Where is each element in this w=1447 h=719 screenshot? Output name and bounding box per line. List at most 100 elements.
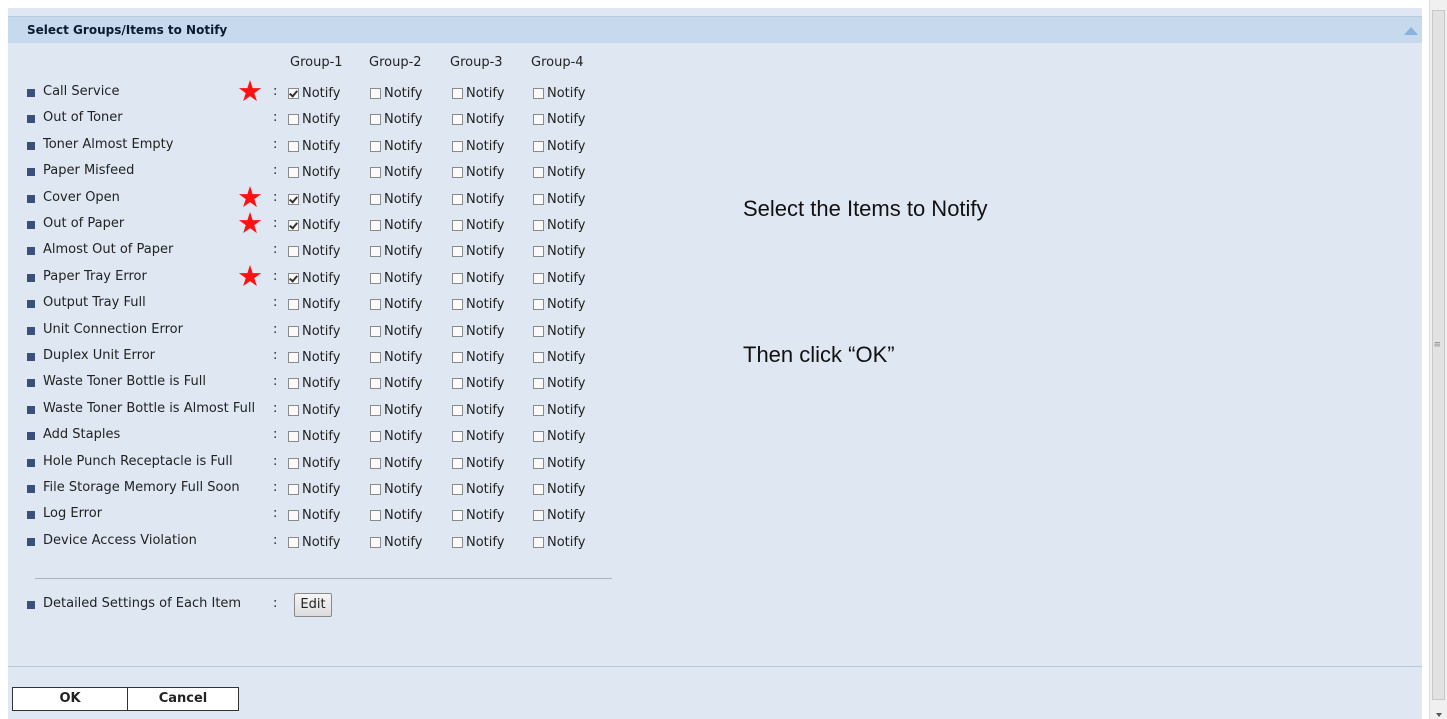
checkbox[interactable] bbox=[288, 167, 299, 179]
notify-checkbox-group-1[interactable]: Notify bbox=[288, 429, 340, 444]
checkbox[interactable] bbox=[370, 457, 381, 469]
checkbox[interactable] bbox=[288, 272, 299, 284]
checkbox[interactable] bbox=[533, 272, 544, 284]
notify-checkbox-group-3[interactable]: Notify bbox=[452, 165, 504, 180]
notify-checkbox-group-2[interactable]: Notify bbox=[370, 324, 422, 339]
checkbox[interactable] bbox=[452, 457, 463, 469]
notify-checkbox-group-2[interactable]: Notify bbox=[370, 297, 422, 312]
checkbox[interactable] bbox=[452, 510, 463, 522]
notify-checkbox-group-1[interactable]: Notify bbox=[288, 376, 340, 391]
checkbox[interactable] bbox=[288, 140, 299, 152]
notify-checkbox-group-3[interactable]: Notify bbox=[452, 86, 504, 101]
notify-checkbox-group-2[interactable]: Notify bbox=[370, 350, 422, 365]
checkbox[interactable] bbox=[533, 299, 544, 311]
notify-checkbox-group-4[interactable]: Notify bbox=[533, 192, 585, 207]
notify-checkbox-group-4[interactable]: Notify bbox=[533, 244, 585, 259]
checkbox[interactable] bbox=[288, 457, 299, 469]
checkbox[interactable] bbox=[288, 378, 299, 390]
scroll-down-arrow-icon[interactable] bbox=[1436, 713, 1442, 717]
checkbox[interactable] bbox=[370, 378, 381, 390]
notify-checkbox-group-1[interactable]: Notify bbox=[288, 403, 340, 418]
checkbox[interactable] bbox=[533, 193, 544, 205]
checkbox[interactable] bbox=[370, 325, 381, 337]
notify-checkbox-group-3[interactable]: Notify bbox=[452, 535, 504, 550]
notify-checkbox-group-3[interactable]: Notify bbox=[452, 297, 504, 312]
checkbox[interactable] bbox=[288, 220, 299, 231]
notify-checkbox-group-4[interactable]: Notify bbox=[533, 271, 585, 286]
checkbox[interactable] bbox=[452, 88, 463, 99]
notify-checkbox-group-4[interactable]: Notify bbox=[533, 86, 585, 101]
checkbox[interactable] bbox=[288, 352, 299, 363]
notify-checkbox-group-1[interactable]: Notify bbox=[288, 244, 340, 259]
notify-checkbox-group-2[interactable]: Notify bbox=[370, 244, 422, 259]
notify-checkbox-group-2[interactable]: Notify bbox=[370, 403, 422, 418]
notify-checkbox-group-1[interactable]: Notify bbox=[288, 139, 340, 154]
notify-checkbox-group-4[interactable]: Notify bbox=[533, 508, 585, 523]
checkbox[interactable] bbox=[370, 220, 381, 231]
notify-checkbox-group-1[interactable]: Notify bbox=[288, 482, 340, 497]
scrollbar-thumb[interactable] bbox=[1432, 10, 1445, 700]
checkbox[interactable] bbox=[370, 140, 381, 152]
checkbox[interactable] bbox=[288, 88, 299, 99]
notify-checkbox-group-3[interactable]: Notify bbox=[452, 456, 504, 471]
notify-checkbox-group-1[interactable]: Notify bbox=[288, 218, 340, 233]
checkbox[interactable] bbox=[370, 272, 381, 284]
notify-checkbox-group-2[interactable]: Notify bbox=[370, 165, 422, 180]
checkbox[interactable] bbox=[370, 114, 381, 126]
checkbox[interactable] bbox=[370, 404, 381, 416]
notify-checkbox-group-2[interactable]: Notify bbox=[370, 376, 422, 391]
checkbox[interactable] bbox=[288, 193, 299, 205]
notify-checkbox-group-3[interactable]: Notify bbox=[452, 218, 504, 233]
checkbox[interactable] bbox=[370, 88, 381, 99]
checkbox[interactable] bbox=[452, 220, 463, 231]
notify-checkbox-group-2[interactable]: Notify bbox=[370, 535, 422, 550]
checkbox[interactable] bbox=[370, 431, 381, 443]
checkbox[interactable] bbox=[370, 484, 381, 495]
checkbox[interactable] bbox=[370, 193, 381, 205]
notify-checkbox-group-2[interactable]: Notify bbox=[370, 139, 422, 154]
checkbox[interactable] bbox=[533, 352, 544, 363]
notify-checkbox-group-2[interactable]: Notify bbox=[370, 271, 422, 286]
checkbox[interactable] bbox=[370, 167, 381, 179]
notify-checkbox-group-1[interactable]: Notify bbox=[288, 456, 340, 471]
notify-checkbox-group-1[interactable]: Notify bbox=[288, 350, 340, 365]
checkbox[interactable] bbox=[452, 140, 463, 152]
checkbox[interactable] bbox=[452, 167, 463, 179]
notify-checkbox-group-4[interactable]: Notify bbox=[533, 376, 585, 391]
notify-checkbox-group-1[interactable]: Notify bbox=[288, 192, 340, 207]
checkbox[interactable] bbox=[533, 167, 544, 179]
checkbox[interactable] bbox=[533, 325, 544, 337]
notify-checkbox-group-2[interactable]: Notify bbox=[370, 429, 422, 444]
notify-checkbox-group-2[interactable]: Notify bbox=[370, 482, 422, 497]
notify-checkbox-group-4[interactable]: Notify bbox=[533, 139, 585, 154]
checkbox[interactable] bbox=[288, 510, 299, 522]
checkbox[interactable] bbox=[533, 484, 544, 495]
notify-checkbox-group-4[interactable]: Notify bbox=[533, 456, 585, 471]
notify-checkbox-group-4[interactable]: Notify bbox=[533, 218, 585, 233]
notify-checkbox-group-2[interactable]: Notify bbox=[370, 508, 422, 523]
checkbox[interactable] bbox=[452, 484, 463, 495]
checkbox[interactable] bbox=[452, 114, 463, 126]
cancel-button[interactable]: Cancel bbox=[127, 687, 239, 711]
collapse-triangle-icon[interactable] bbox=[1404, 27, 1418, 35]
checkbox[interactable] bbox=[533, 140, 544, 152]
notify-checkbox-group-4[interactable]: Notify bbox=[533, 429, 585, 444]
notify-checkbox-group-1[interactable]: Notify bbox=[288, 271, 340, 286]
checkbox[interactable] bbox=[452, 193, 463, 205]
checkbox[interactable] bbox=[452, 404, 463, 416]
checkbox[interactable] bbox=[370, 352, 381, 363]
notify-checkbox-group-4[interactable]: Notify bbox=[533, 165, 585, 180]
checkbox[interactable] bbox=[533, 88, 544, 99]
checkbox[interactable] bbox=[533, 114, 544, 126]
checkbox[interactable] bbox=[452, 299, 463, 311]
checkbox[interactable] bbox=[288, 114, 299, 126]
notify-checkbox-group-4[interactable]: Notify bbox=[533, 535, 585, 550]
checkbox[interactable] bbox=[288, 325, 299, 337]
checkbox[interactable] bbox=[370, 246, 381, 258]
notify-checkbox-group-2[interactable]: Notify bbox=[370, 218, 422, 233]
checkbox[interactable] bbox=[533, 536, 544, 548]
checkbox[interactable] bbox=[452, 325, 463, 337]
notify-checkbox-group-1[interactable]: Notify bbox=[288, 508, 340, 523]
checkbox[interactable] bbox=[370, 299, 381, 311]
notify-checkbox-group-1[interactable]: Notify bbox=[288, 165, 340, 180]
